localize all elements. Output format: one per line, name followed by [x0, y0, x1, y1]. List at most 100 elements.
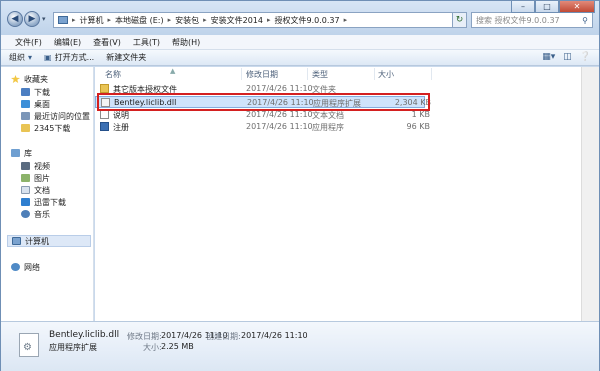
music-icon: [21, 210, 30, 218]
computer-icon: [58, 16, 68, 24]
menu-bar: 文件(F) 编辑(E) 查看(V) 工具(T) 帮助(H): [1, 35, 599, 50]
video-icon: [21, 162, 30, 170]
command-bar: 组织 ▾ ▣ 打开方式... 新建文件夹 ▦▾ ◫ ❔: [1, 50, 599, 66]
file-type: 应用程序: [312, 123, 344, 132]
details-pane: ⚙ Bentley.liclib.dll 修改日期: 2017/4/26 11:…: [1, 321, 599, 371]
details-modified-label: 修改日期:: [127, 332, 162, 341]
nav-computer[interactable]: 计算机: [7, 235, 91, 247]
navigation-pane: 收藏夹 下载 桌面 最近访问的位置 2345下载 库 视频 图片 文档 迅雷下载…: [1, 67, 94, 321]
gear-icon: ⚙: [23, 342, 32, 353]
refresh-icon: ↻: [455, 15, 464, 25]
file-row-register[interactable]: 注册 2017/4/26 11:10 应用程序 96 KB: [95, 121, 430, 133]
nav-music-label: 音乐: [34, 209, 50, 219]
column-divider[interactable]: [241, 68, 242, 80]
menu-tools[interactable]: 工具(T): [127, 37, 166, 48]
column-header-name[interactable]: 名称: [105, 67, 121, 81]
nav-libraries[interactable]: 库: [11, 147, 103, 159]
search-icon: ⚲: [582, 15, 588, 25]
vertical-scrollbar[interactable]: [581, 67, 599, 321]
breadcrumb-separator: ▸: [203, 16, 207, 24]
forward-button[interactable]: ▶: [24, 11, 40, 27]
help-icon[interactable]: ❔: [580, 52, 591, 62]
open-with-icon: ▣: [44, 53, 52, 62]
file-size: 1 KB: [411, 110, 430, 119]
view-controls: ▦▾ ◫ ❔: [542, 52, 591, 62]
folder-icon: [100, 84, 109, 93]
nav-favorites-label: 收藏夹: [24, 74, 48, 84]
organize-label: 组织: [9, 53, 25, 62]
picture-icon: [21, 174, 30, 182]
chevron-down-icon: ▾: [28, 53, 33, 62]
desktop-icon: [21, 100, 30, 108]
nav-computer-label: 计算机: [25, 236, 49, 246]
new-folder-button[interactable]: 新建文件夹: [106, 52, 146, 63]
recent-places-icon: [21, 112, 30, 120]
column-header-type[interactable]: 类型: [312, 67, 328, 81]
explorer-window: ◀ ▶ ▾ ▸ 计算机 ▸ 本地磁盘 (E:) ▸ 安装包 ▸ 安装文件2014…: [0, 0, 600, 371]
file-type: 文本文档: [312, 111, 344, 120]
menu-help[interactable]: 帮助(H): [166, 37, 206, 48]
nav-thunder-label: 迅雷下载: [34, 197, 66, 207]
menu-file[interactable]: 文件(F): [9, 37, 48, 48]
file-modified: 2017/4/26 11:10: [246, 110, 313, 119]
close-button[interactable]: ✕: [559, 1, 595, 13]
new-folder-label: 新建文件夹: [106, 53, 147, 62]
file-modified: 2017/4/26 11:10: [246, 84, 313, 93]
breadcrumb-separator: ▸: [167, 16, 172, 24]
breadcrumb-drive-e[interactable]: 本地磁盘 (E:): [115, 15, 164, 26]
column-header-size[interactable]: 大小: [378, 67, 394, 81]
file-name: 说明: [113, 111, 129, 120]
search-placeholder: 搜索 授权文件9.0.0.37: [476, 15, 560, 25]
sort-indicator-icon: ▲: [170, 67, 176, 75]
nav-network[interactable]: 网络: [11, 261, 103, 273]
breadcrumb-computer[interactable]: 计算机: [80, 15, 104, 26]
details-size-value: 2.25 MB: [161, 342, 194, 351]
back-arrow-icon: ◀: [11, 13, 19, 24]
breadcrumb-license-folder[interactable]: 授权文件9.0.0.37: [274, 15, 339, 26]
open-with-button[interactable]: ▣ 打开方式...: [44, 52, 94, 63]
column-divider[interactable]: [431, 68, 432, 80]
breadcrumb-separator: ▸: [266, 16, 271, 24]
menu-edit[interactable]: 编辑(E): [48, 37, 87, 48]
maximize-button[interactable]: □: [535, 1, 559, 13]
text-file-icon: [100, 110, 109, 119]
details-size-label: 大小:: [143, 343, 162, 352]
forward-arrow-icon: ▶: [28, 13, 36, 24]
downloads-folder-icon: [21, 88, 30, 96]
title-bar: ◀ ▶ ▾ ▸ 计算机 ▸ 本地磁盘 (E:) ▸ 安装包 ▸ 安装文件2014…: [1, 1, 599, 35]
column-header-modified[interactable]: 修改日期: [246, 67, 278, 81]
window-controls: – □ ✕: [511, 1, 595, 13]
nav-downloads-label: 下载: [34, 87, 50, 97]
document-icon: [21, 186, 30, 194]
minimize-button[interactable]: –: [511, 1, 535, 13]
address-bar[interactable]: ▸ 计算机 ▸ 本地磁盘 (E:) ▸ 安装包 ▸ 安装文件2014 ▸ 授权文…: [53, 12, 453, 28]
nav-recent-label: 最近访问的位置: [34, 111, 90, 121]
thunder-icon: [21, 198, 30, 206]
preview-pane-icon[interactable]: ◫: [563, 52, 572, 62]
nav-pictures-label: 图片: [34, 173, 50, 183]
back-button[interactable]: ◀: [7, 11, 23, 27]
folder-icon: [21, 124, 30, 132]
search-input[interactable]: 搜索 授权文件9.0.0.37 ⚲: [471, 12, 593, 28]
nav-videos-label: 视频: [34, 161, 50, 171]
breadcrumb-install-files-2014[interactable]: 安装文件2014: [211, 15, 263, 26]
breadcrumb-install-packages[interactable]: 安装包: [175, 15, 199, 26]
organize-button[interactable]: 组织 ▾: [9, 52, 32, 63]
nav-desktop-label: 桌面: [34, 99, 50, 109]
column-divider[interactable]: [374, 68, 375, 80]
details-file-type: 应用程序扩展: [49, 343, 97, 352]
nav-libraries-label: 库: [24, 148, 32, 158]
file-modified: 2017/4/26 11:10: [246, 122, 313, 131]
computer-icon: [12, 237, 21, 245]
nav-favorites[interactable]: 收藏夹: [11, 73, 103, 85]
details-created-value: 2017/4/26 11:10: [241, 331, 308, 340]
column-divider[interactable]: [307, 68, 308, 80]
nav-documents-label: 文档: [34, 185, 50, 195]
recent-pages-dropdown[interactable]: ▾: [42, 15, 46, 23]
view-options-icon[interactable]: ▦▾: [542, 52, 555, 62]
refresh-button[interactable]: ↻: [453, 12, 467, 28]
menu-view[interactable]: 查看(V): [87, 37, 127, 48]
details-created-label: 创建日期:: [206, 332, 241, 341]
details-file-name: Bentley.liclib.dll: [49, 330, 120, 340]
file-size: 96 KB: [406, 122, 430, 131]
